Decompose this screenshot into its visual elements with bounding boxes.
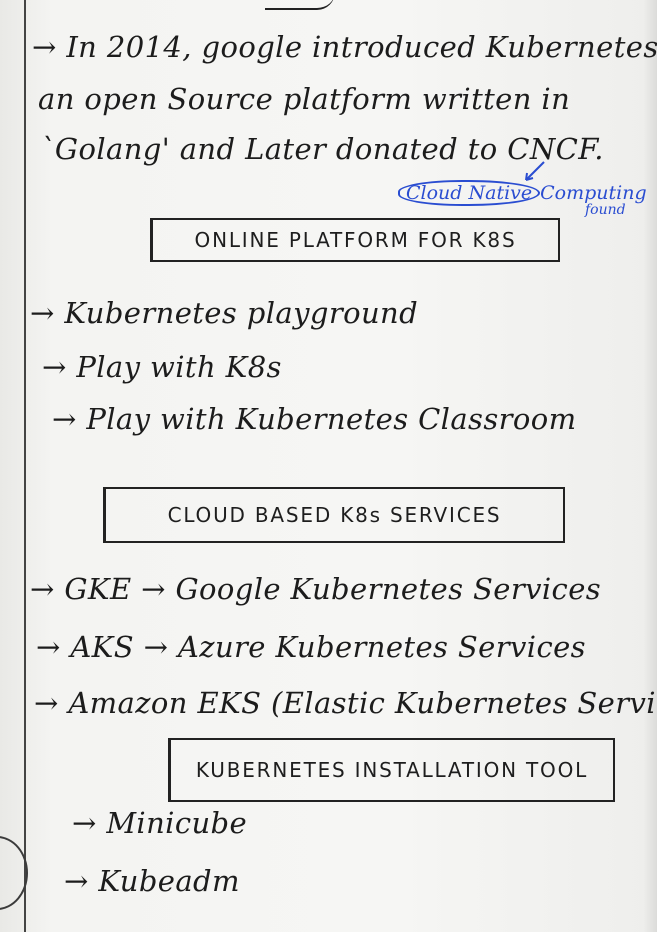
cloud-item-1: → GKE → Google Kubernetes Services bbox=[30, 572, 602, 606]
tool-item-1: → Minicube bbox=[72, 806, 248, 840]
intro-line-2: an open Source platform written in bbox=[38, 82, 571, 116]
page-edge-shadow bbox=[643, 0, 657, 932]
cloud-item-3: → Amazon EKS (Elastic Kubernetes Service… bbox=[34, 686, 657, 720]
cloud-item-2: → AKS → Azure Kubernetes Services bbox=[36, 630, 586, 664]
cloud-services-heading: CLOUD BASED K8s SERVICES bbox=[103, 487, 565, 543]
notebook-page: → In 2014, google introduced Kubernetes … bbox=[0, 0, 657, 932]
online-platform-heading: ONLINE PLATFORM FOR K8S bbox=[150, 218, 560, 262]
annotation-subtext: found bbox=[585, 202, 626, 218]
online-item-3: → Play with Kubernetes Classroom bbox=[52, 402, 577, 436]
margin-line bbox=[24, 0, 26, 932]
annotation-rest-text: Computing bbox=[540, 182, 647, 204]
annotation-circled-text: Cloud Native bbox=[398, 180, 541, 206]
installation-tool-heading: KUBERNETES INSTALLATION TOOL bbox=[168, 738, 615, 802]
top-ink-stroke bbox=[265, 0, 335, 10]
online-item-1: → Kubernetes playground bbox=[30, 296, 419, 330]
intro-line-1: → In 2014, google introduced Kubernetes bbox=[32, 30, 657, 64]
tool-item-2: → Kubeadm bbox=[64, 864, 240, 898]
online-item-2: → Play with K8s bbox=[42, 350, 282, 384]
